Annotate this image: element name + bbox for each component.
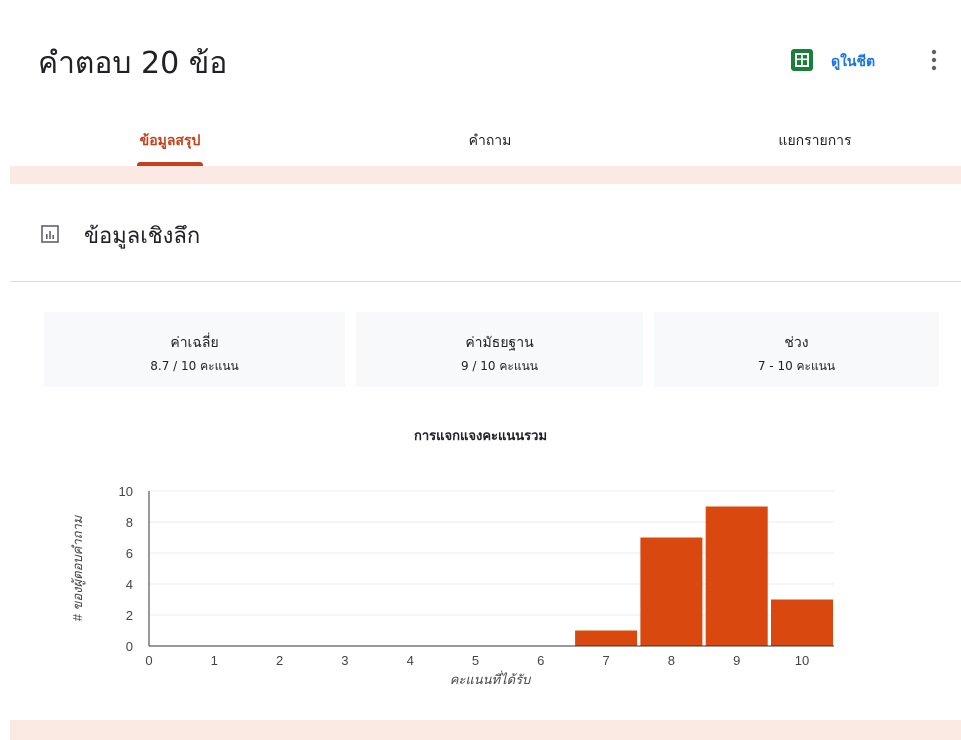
- x-tick-label: 4: [407, 653, 414, 668]
- y-axis-label: # ของผู้ตอบคำถาม: [70, 514, 86, 621]
- bar-chart-icon: [40, 224, 60, 244]
- section-divider-bottom: [10, 720, 961, 740]
- insights-title: ข้อมูลเชิงลึก: [84, 224, 201, 249]
- x-tick-label: 7: [602, 653, 609, 668]
- y-tick-label: 0: [126, 639, 133, 654]
- x-tick-label: 0: [145, 653, 152, 668]
- x-tick-label: 5: [472, 653, 479, 668]
- y-tick-label: 4: [126, 577, 133, 592]
- y-tick-label: 10: [119, 484, 133, 499]
- stat-value: 9 / 10 คะแนน: [460, 359, 538, 373]
- stat-range: ช่วง 7 - 10 คะแนน: [654, 312, 939, 387]
- stat-average: ค่าเฉลี่ย 8.7 / 10 คะแนน: [44, 312, 345, 387]
- more-vert-icon[interactable]: [926, 46, 942, 74]
- chart-title: การแจกแจงคะแนนรวม: [413, 429, 548, 444]
- tab-questions[interactable]: คำถาม: [440, 130, 540, 152]
- page-title: คำตอบ 20 ข้อ: [38, 46, 228, 81]
- bar: [705, 506, 768, 646]
- x-tick-label: 1: [211, 653, 218, 668]
- x-axis-label: คะแนนที่ได้รับ: [450, 670, 532, 687]
- tab-individual[interactable]: แยกรายการ: [760, 130, 870, 152]
- bar: [575, 630, 638, 646]
- bar: [640, 537, 703, 646]
- y-tick-label: 6: [126, 546, 133, 561]
- x-tick-label: 8: [668, 653, 675, 668]
- section-divider: [10, 166, 961, 184]
- x-tick-label: 10: [795, 653, 809, 668]
- x-tick-label: 9: [733, 653, 740, 668]
- stat-value: 7 - 10 คะแนน: [757, 359, 836, 373]
- bar: [771, 599, 833, 646]
- stat-value: 8.7 / 10 คะแนน: [150, 359, 239, 373]
- tab-summary[interactable]: ข้อมูลสรุป: [120, 130, 220, 152]
- stat-label: ค่าเฉลี่ย: [170, 335, 219, 351]
- x-tick-label: 3: [341, 653, 348, 668]
- google-sheets-icon[interactable]: [791, 49, 813, 71]
- x-tick-label: 6: [537, 653, 544, 668]
- stat-median: ค่ามัธยฐาน 9 / 10 คะแนน: [356, 312, 643, 387]
- x-tick-label: 2: [276, 653, 283, 668]
- divider: [10, 281, 961, 282]
- view-in-sheets-link[interactable]: ดูในชีต: [831, 51, 875, 73]
- score-distribution-chart: 0 2 4 6 8 10 0 1 2 3 4 5 6 7 8 9 10 คะแนนที่ได้รับ # ของผู…: [70, 484, 834, 687]
- stat-label: ช่วง: [784, 335, 809, 351]
- y-tick-label: 8: [126, 515, 133, 530]
- stat-label: ค่ามัธยฐาน: [465, 335, 534, 351]
- y-tick-label: 2: [126, 608, 133, 623]
